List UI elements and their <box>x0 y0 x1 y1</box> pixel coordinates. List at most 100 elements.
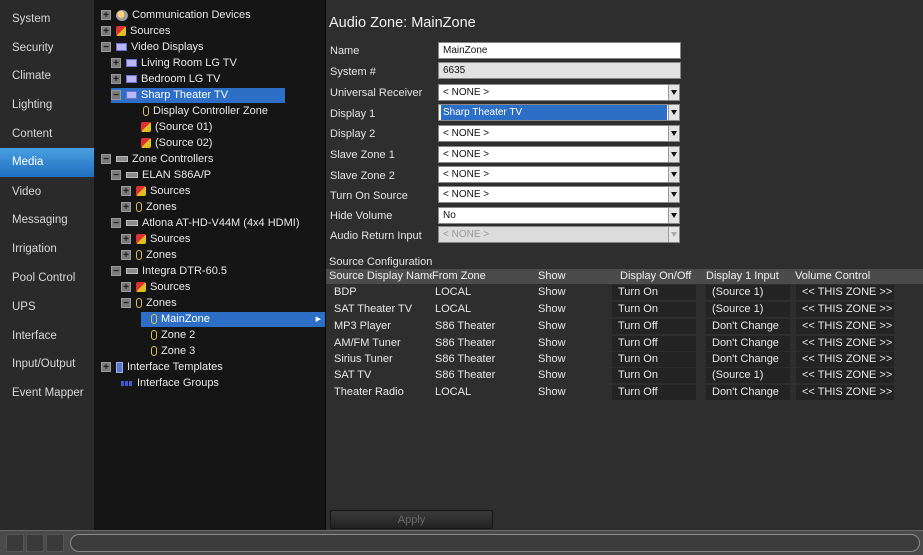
tree-item-integra[interactable]: − Integra DTR-60.5 <box>111 264 227 279</box>
nav-item-pool-control[interactable]: Pool Control <box>0 264 94 293</box>
tree-item-atlona-sources[interactable]: + Sources <box>121 232 190 247</box>
tree-item-atlona[interactable]: − Atlona AT-HD-V44M (4x4 HDMI) <box>111 216 300 231</box>
show-cell[interactable]: Show <box>538 285 566 300</box>
nav-item-climate[interactable]: Climate <box>0 62 94 91</box>
display1-input-cell[interactable]: Don't Change <box>706 319 790 334</box>
expand-toggle[interactable]: + <box>111 58 121 69</box>
expand-toggle[interactable]: + <box>101 362 111 373</box>
nav-item-event-mapper[interactable]: Event Mapper <box>0 379 94 408</box>
volume-control-cell[interactable]: << THIS ZONE >> <box>796 285 894 300</box>
show-cell[interactable]: Show <box>538 368 566 383</box>
display-on-off-cell[interactable]: Turn On <box>612 368 696 383</box>
tree-item-mainzone[interactable]: MainZone ▶ <box>141 312 325 327</box>
show-cell[interactable]: Show <box>538 302 566 317</box>
tree-item-atlona-zones[interactable]: + Zones <box>121 248 177 263</box>
collapse-toggle[interactable]: − <box>111 90 121 101</box>
chevron-down-icon[interactable] <box>668 105 679 120</box>
display1-input-cell[interactable]: (Source 1) <box>706 302 790 317</box>
tree-item-elan-zones[interactable]: + Zones <box>121 200 177 215</box>
expand-toggle[interactable]: + <box>121 250 131 261</box>
volume-control-cell[interactable]: << THIS ZONE >> <box>796 336 894 351</box>
tree-item-sharp-theater-tv[interactable]: − Sharp Theater TV <box>111 88 285 103</box>
table-row[interactable]: BDP LOCAL Show Turn On (Source 1) << THI… <box>326 285 923 300</box>
display-on-off-cell[interactable]: Turn On <box>612 302 696 317</box>
expand-toggle[interactable]: + <box>121 186 131 197</box>
tree-item-interface-groups[interactable]: Interface Groups <box>121 376 219 391</box>
display-on-off-cell[interactable]: Turn Off <box>612 319 696 334</box>
tree-item-living-room-lg-tv[interactable]: + Living Room LG TV <box>111 56 237 71</box>
tree-item-elan-sources[interactable]: + Sources <box>121 184 190 199</box>
chevron-down-icon[interactable] <box>668 147 679 162</box>
table-row[interactable]: Theater Radio LOCAL Show Turn Off Don't … <box>326 385 923 400</box>
collapse-toggle[interactable]: − <box>111 218 121 229</box>
tree-item-zone-controllers[interactable]: − Zone Controllers <box>101 152 213 167</box>
collapse-toggle[interactable]: − <box>101 42 111 53</box>
collapse-toggle[interactable]: − <box>121 298 131 309</box>
apply-button[interactable]: Apply <box>330 510 493 529</box>
display1-input-cell[interactable]: Don't Change <box>706 336 790 351</box>
collapse-toggle[interactable]: − <box>101 154 111 165</box>
display2-select[interactable]: < NONE > <box>438 125 680 142</box>
show-cell[interactable]: Show <box>538 352 566 367</box>
table-row[interactable]: MP3 Player S86 Theater Show Turn Off Don… <box>326 319 923 334</box>
nav-item-video[interactable]: Video <box>0 178 94 207</box>
nav-item-messaging[interactable]: Messaging <box>0 206 94 235</box>
tree-item-interface-templates[interactable]: + Interface Templates <box>101 360 223 375</box>
display1-select[interactable]: Sharp Theater TV <box>438 104 680 121</box>
nav-item-content[interactable]: Content <box>0 120 94 149</box>
nav-item-media[interactable]: Media <box>0 148 94 177</box>
display1-input-cell[interactable]: (Source 1) <box>706 368 790 383</box>
chevron-down-icon[interactable] <box>668 208 679 223</box>
expand-toggle[interactable]: + <box>111 74 121 85</box>
tree-item-display-controller-zone[interactable]: Display Controller Zone <box>143 104 268 119</box>
volume-control-cell[interactable]: << THIS ZONE >> <box>796 352 894 367</box>
chevron-down-icon[interactable] <box>668 187 679 202</box>
tree-item-video-displays[interactable]: − Video Displays <box>101 40 204 55</box>
chevron-down-icon[interactable] <box>668 167 679 182</box>
display1-input-cell[interactable]: Don't Change <box>706 385 790 400</box>
volume-control-cell[interactable]: << THIS ZONE >> <box>796 368 894 383</box>
display-on-off-cell[interactable]: Turn On <box>612 352 696 367</box>
tree-item-sources[interactable]: + Sources <box>101 24 170 39</box>
slave-zone2-select[interactable]: < NONE > <box>438 166 680 183</box>
display1-input-cell[interactable]: (Source 1) <box>706 285 790 300</box>
hide-volume-select[interactable]: No <box>438 207 680 224</box>
show-cell[interactable]: Show <box>538 336 566 351</box>
name-input[interactable]: MainZone <box>438 42 681 59</box>
universal-receiver-select[interactable]: < NONE > <box>438 84 680 101</box>
expand-toggle[interactable]: + <box>121 234 131 245</box>
tree-item-source-01[interactable]: (Source 01) <box>141 120 212 135</box>
tree-item-integra-zones[interactable]: − Zones <box>121 296 177 311</box>
tree-item-elan-s86ap[interactable]: − ELAN S86A/P <box>111 168 211 183</box>
tree-item-integra-sources[interactable]: + Sources <box>121 280 190 295</box>
table-row[interactable]: SAT TV S86 Theater Show Turn On (Source … <box>326 368 923 383</box>
display-on-off-cell[interactable]: Turn Off <box>612 336 696 351</box>
tree-item-source-02[interactable]: (Source 02) <box>141 136 212 151</box>
display-on-off-cell[interactable]: Turn Off <box>612 385 696 400</box>
nav-item-system[interactable]: System <box>0 5 94 34</box>
table-row[interactable]: Sirius Tuner S86 Theater Show Turn On Do… <box>326 352 923 367</box>
tree-item-zone-2[interactable]: Zone 2 <box>151 328 195 343</box>
turn-on-source-select[interactable]: < NONE > <box>438 186 680 203</box>
show-cell[interactable]: Show <box>538 385 566 400</box>
show-cell[interactable]: Show <box>538 319 566 334</box>
expand-toggle[interactable]: + <box>121 202 131 213</box>
volume-control-cell[interactable]: << THIS ZONE >> <box>796 385 894 400</box>
volume-control-cell[interactable]: << THIS ZONE >> <box>796 302 894 317</box>
table-row[interactable]: AM/FM Tuner S86 Theater Show Turn Off Do… <box>326 336 923 351</box>
volume-control-cell[interactable]: << THIS ZONE >> <box>796 319 894 334</box>
expand-toggle[interactable]: + <box>101 26 111 37</box>
tree-item-zone-3[interactable]: Zone 3 <box>151 344 195 359</box>
nav-item-lighting[interactable]: Lighting <box>0 91 94 120</box>
table-row[interactable]: SAT Theater TV LOCAL Show Turn On (Sourc… <box>326 302 923 317</box>
slave-zone1-select[interactable]: < NONE > <box>438 146 680 163</box>
nav-item-input-output[interactable]: Input/Output <box>0 350 94 379</box>
expand-toggle[interactable]: + <box>101 10 111 21</box>
nav-item-ups[interactable]: UPS <box>0 293 94 322</box>
display1-input-cell[interactable]: Don't Change <box>706 352 790 367</box>
chevron-down-icon[interactable] <box>668 85 679 100</box>
collapse-toggle[interactable]: − <box>111 170 121 181</box>
tree-item-bedroom-lg-tv[interactable]: + Bedroom LG TV <box>111 72 220 87</box>
nav-item-irrigation[interactable]: Irrigation <box>0 235 94 264</box>
display-on-off-cell[interactable]: Turn On <box>612 285 696 300</box>
